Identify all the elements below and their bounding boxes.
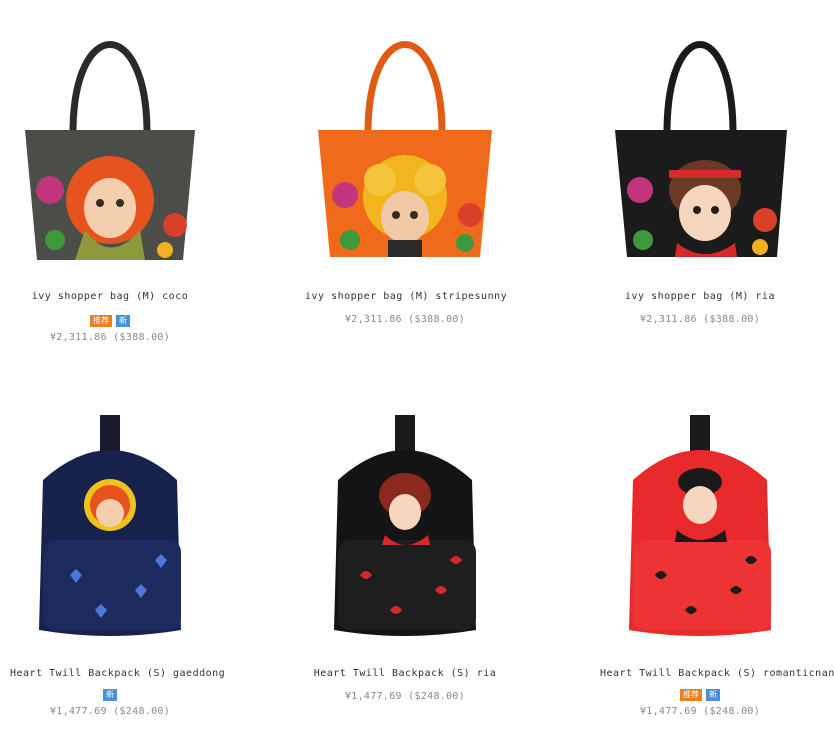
product-image[interactable] <box>310 25 500 265</box>
product-price: ¥2,311.86 ($388.00) <box>49 332 171 343</box>
product-price: ¥2,311.86 ($388.00) <box>344 314 466 325</box>
product-card[interactable]: ivy shopper bag (M) coco 推荐 新 ¥2,311.86 … <box>10 25 210 343</box>
product-name[interactable]: Heart Twill Backpack (S) gaeddong <box>10 668 225 679</box>
product-name[interactable]: ivy shopper bag (M) ria <box>600 291 800 302</box>
product-name[interactable]: Heart Twill Backpack (S) ria <box>305 668 505 679</box>
product-badges: 推荐 新 <box>10 315 210 327</box>
new-badge: 新 <box>706 689 720 701</box>
product-badges: 推荐 新 <box>600 689 800 701</box>
product-image[interactable] <box>310 410 500 640</box>
new-badge: 新 <box>103 689 117 701</box>
product-price: ¥1,477.69 ($248.00) <box>344 691 466 702</box>
product-image[interactable] <box>605 25 795 265</box>
product-name[interactable]: Heart Twill Backpack (S) romanticnani <box>600 668 834 679</box>
product-card[interactable]: Heart Twill Backpack (S) ria ¥1,477.69 (… <box>305 410 505 702</box>
product-card[interactable]: Heart Twill Backpack (S) gaeddong 新 ¥1,4… <box>10 410 225 717</box>
product-price: ¥2,311.86 ($388.00) <box>639 314 761 325</box>
product-card[interactable]: ivy shopper bag (M) stripesunny ¥2,311.8… <box>305 25 507 325</box>
recommend-badge: 推荐 <box>90 315 112 327</box>
product-price: ¥1,477.69 ($248.00) <box>49 706 171 717</box>
product-image[interactable] <box>15 410 205 640</box>
recommend-badge: 推荐 <box>680 689 702 701</box>
product-card[interactable]: Heart Twill Backpack (S) romanticnani 推荐… <box>600 410 834 717</box>
product-image[interactable] <box>605 410 795 640</box>
product-image[interactable] <box>15 25 205 265</box>
product-card[interactable]: ivy shopper bag (M) ria ¥2,311.86 ($388.… <box>600 25 800 325</box>
product-name[interactable]: ivy shopper bag (M) stripesunny <box>305 291 507 302</box>
new-badge: 新 <box>116 315 130 327</box>
product-price: ¥1,477.69 ($248.00) <box>639 706 761 717</box>
product-badges: 新 <box>10 689 210 701</box>
product-name[interactable]: ivy shopper bag (M) coco <box>10 291 210 302</box>
